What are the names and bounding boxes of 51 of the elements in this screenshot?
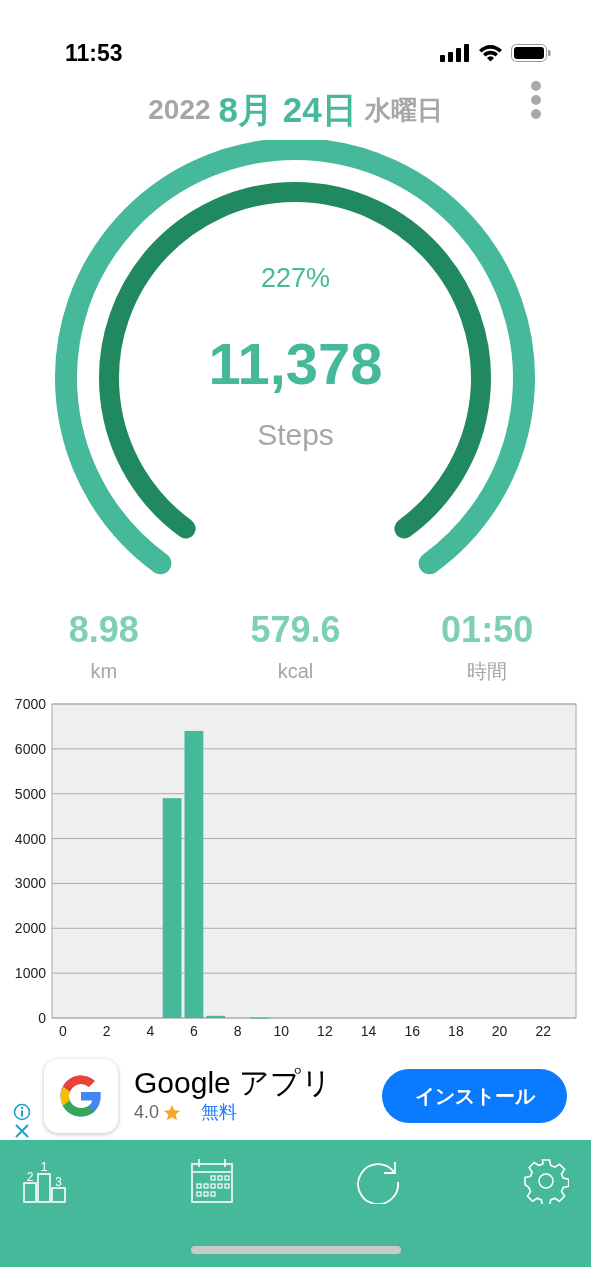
goal-percent: 227% (260, 263, 331, 293)
steps-label: Steps (257, 418, 334, 451)
close-icon[interactable] (14, 1123, 30, 1139)
install-button[interactable]: インストール (382, 1069, 567, 1123)
x-tick-label: 10 (273, 1023, 290, 1039)
stat-value: 01:50 (441, 610, 534, 650)
ad-app-title: Google アプリ (134, 1066, 333, 1099)
x-tick-label: 6 (190, 1023, 198, 1039)
x-tick-label: 4 (146, 1023, 155, 1039)
y-tick-label: 7000 (14, 696, 46, 712)
signal-icon (440, 44, 470, 62)
x-tick-label: 22 (535, 1023, 552, 1039)
y-tick-label: 2000 (14, 920, 46, 937)
x-tick-label: 18 (448, 1023, 464, 1039)
status-time: 11:53 (65, 38, 123, 68)
stat-value: 8.98 (68, 610, 139, 650)
x-tick-label: 16 (404, 1023, 421, 1039)
date-label: 8月 24日 (218, 88, 357, 131)
x-tick-label: 8 (233, 1023, 242, 1039)
y-tick-label: 4000 (14, 830, 46, 847)
more-menu-icon[interactable] (529, 80, 543, 120)
y-tick-label: 3000 (14, 875, 46, 892)
x-tick-label: 2 (102, 1023, 111, 1039)
rank-number: 3 (55, 1175, 62, 1189)
bar (206, 1015, 226, 1018)
y-tick-label: 1000 (14, 965, 46, 982)
tab-settings-icon[interactable] (522, 1158, 569, 1204)
year-label: 2022 (148, 93, 211, 127)
stat-unit: km (90, 658, 118, 684)
stat-unit: kcal (277, 658, 314, 684)
info-icon[interactable] (13, 1103, 31, 1121)
battery-icon (511, 44, 551, 62)
ad-price: 無料 (201, 1101, 238, 1124)
star-icon (163, 1103, 182, 1122)
wifi-icon (478, 44, 503, 62)
y-tick-label: 0 (38, 1010, 46, 1026)
rank-number: 2 (26, 1170, 34, 1184)
rank-number: 1 (40, 1159, 48, 1174)
stat-value: 579.6 (250, 610, 341, 650)
x-tick-label: 12 (317, 1023, 333, 1039)
x-tick-label: 20 (491, 1023, 508, 1039)
y-tick-label: 6000 (14, 740, 46, 757)
weekday-label: 水曜日 (364, 93, 443, 127)
tab-calendar-icon[interactable] (189, 1158, 234, 1204)
y-tick-label: 5000 (14, 785, 46, 802)
x-tick-label: 14 (360, 1023, 377, 1039)
step-count: 11,378 (208, 331, 383, 396)
ad-rating: 4.0 (134, 1101, 160, 1124)
app-logo-icon (44, 1059, 118, 1133)
stat-unit: 時間 (467, 658, 508, 684)
x-tick-label: 0 (59, 1023, 67, 1039)
